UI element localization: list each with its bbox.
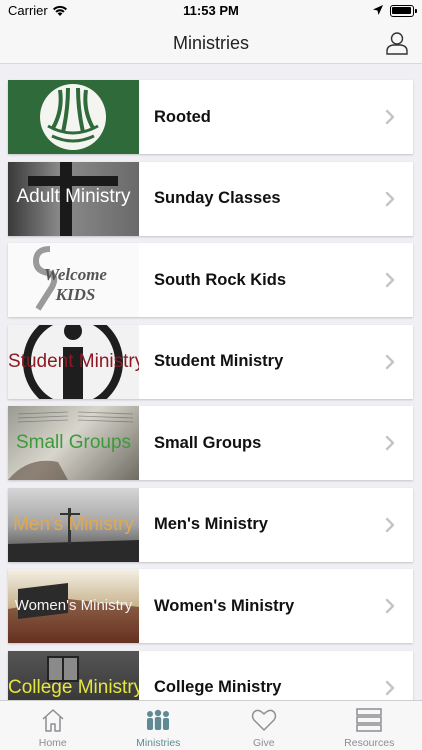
thumbnail-caption: Student Ministry [8,350,139,372]
kids-thumbnail: Welcome KIDS [8,243,139,317]
people-icon [147,709,170,730]
rooted-logo-icon [40,84,106,150]
tab-home[interactable]: Home [0,701,106,750]
list-item-south-rock-kids[interactable]: Welcome KIDS South Rock Kids [8,243,413,317]
rooted-thumbnail [8,80,139,154]
tab-label: Give [252,737,275,749]
thumbnail-caption: College Ministry [8,676,139,698]
thumbnail-caption: Welcome KIDS [44,265,107,304]
womens-ministry-thumbnail: Women's Ministry [8,569,139,643]
navigation-bar: Ministries [0,22,422,64]
chevron-right-icon [385,354,395,369]
person-icon[interactable] [384,30,410,56]
ministry-label: Small Groups [154,433,262,452]
thumbnail-caption: Small Groups [15,432,132,453]
list-item-rooted[interactable]: Rooted [8,80,413,154]
tab-label: Resources [344,737,395,749]
ministry-label: College Ministry [154,678,282,696]
tab-ministries[interactable]: Ministries [106,701,212,750]
student-ministry-thumbnail: Student Ministry [8,324,139,399]
list-item-womens-ministry[interactable]: Women's Ministry Women's Ministry [8,569,413,643]
mens-ministry-thumbnail: Men's Ministry [8,487,139,562]
chevron-right-icon [385,517,395,532]
ministry-label: Women's Ministry [154,596,295,615]
list-item-student-ministry[interactable]: Student Ministry Student Ministry [8,324,413,399]
tab-give[interactable]: Give [211,701,317,750]
chevron-right-icon [385,598,395,614]
tab-label: Home [38,737,67,749]
chevron-right-icon [385,191,395,206]
home-icon [42,709,64,732]
ministry-label: Rooted [154,107,211,126]
location-arrow-icon [373,5,383,15]
tab-resources[interactable]: Resources [317,701,422,750]
adult-ministry-thumbnail: Adult Ministry [8,161,139,236]
ministry-label: Student Ministry [154,352,284,370]
ministry-label: Men's Ministry [154,515,268,533]
chevron-right-icon [385,435,395,451]
chevron-right-icon [385,272,395,288]
ministry-label: South Rock Kids [154,270,287,289]
thumbnail-caption: Women's Ministry [14,597,133,614]
list-item-small-groups[interactable]: Small Groups Small Groups [8,406,413,480]
ministry-list: Rooted Adult Ministry Sunday Classes Wel… [8,80,413,732]
tab-label: Ministries [136,737,181,749]
page-title: Ministries [172,33,249,53]
clock: 11:53 PM [183,3,239,18]
thumbnail-caption: Men's Ministry [13,513,134,535]
ministry-label: Sunday Classes [154,189,281,207]
small-groups-thumbnail: Small Groups [8,406,139,480]
list-icon [356,708,382,732]
heart-icon [251,709,276,731]
chevron-right-icon [385,109,395,125]
list-item-mens-ministry[interactable]: Men's Ministry Men's Ministry [8,487,413,562]
thumbnail-caption: Adult Ministry [16,185,131,207]
list-item-sunday-classes[interactable]: Adult Ministry Sunday Classes [8,161,413,236]
tab-bar: Home Ministries Give Resources [0,700,422,750]
status-bar: Carrier 11:53 PM [0,0,422,22]
chevron-right-icon [385,680,395,695]
battery-icon [390,5,417,17]
